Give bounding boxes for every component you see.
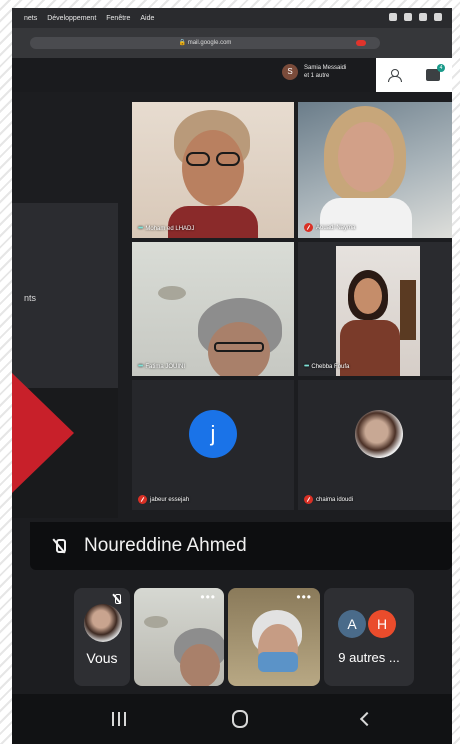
more-options-icon[interactable]: ••• <box>200 590 216 604</box>
meet-tool-panel: 4 <box>376 58 452 92</box>
url-text: mail.google.com <box>187 40 232 46</box>
android-nav-bar <box>12 694 452 744</box>
mic-off-icon <box>304 495 313 504</box>
speaking-icon: ••• <box>304 363 309 370</box>
mac-menubar: nets Développement Fenêtre Aide <box>12 8 452 28</box>
menu-item-aide[interactable]: Aide <box>140 15 154 22</box>
tile-name-label: chaima idoudi <box>304 495 353 504</box>
status-icon <box>389 13 397 21</box>
status-icons <box>389 13 442 21</box>
presenter-name: Samia Messaidi <box>304 65 347 71</box>
video-tile[interactable]: ••• Moham ed LHADJ <box>132 102 294 238</box>
participant-thumbnail[interactable]: ••• <box>134 588 224 686</box>
face-mask <box>258 652 298 672</box>
presenter-avatar: S <box>282 64 298 80</box>
tile-name-label: ••• Chebba Foufa <box>304 363 350 370</box>
side-panel: nts <box>12 203 118 388</box>
chat-badge: 4 <box>437 64 445 72</box>
chat-icon[interactable]: 4 <box>426 64 445 81</box>
participant-thumbnail[interactable]: ••• <box>228 588 320 686</box>
presenter-others: et 1 autre <box>304 73 330 79</box>
mic-off-icon <box>52 539 66 553</box>
status-icon <box>434 13 442 21</box>
status-icon <box>404 13 412 21</box>
participant-glasses <box>216 152 240 166</box>
participant-face <box>180 644 220 686</box>
recording-icon <box>356 40 366 46</box>
participant-glasses <box>186 152 210 166</box>
participant-glasses <box>214 342 264 352</box>
browser-toolbar: 🔒 mail.google.com <box>12 28 452 58</box>
presenting-name: Noureddine Ahmed <box>84 535 247 556</box>
others-tile[interactable]: A H 9 autres ... <box>324 588 414 686</box>
more-options-icon[interactable]: ••• <box>296 590 312 604</box>
video-feed <box>336 246 420 376</box>
video-tile[interactable]: j jabeur essejah <box>132 380 294 510</box>
participant-face <box>182 130 244 206</box>
participant-shirt <box>320 198 412 238</box>
participant-strip: Vous ••• ••• A H 9 autres ... <box>12 588 452 692</box>
self-label: Vous <box>86 650 118 666</box>
address-bar[interactable]: 🔒 mail.google.com <box>30 37 380 49</box>
video-grid: ••• Moham ed LHADJ Aouadi Nayma ••• Fatima… <box>120 92 452 522</box>
red-arrow-overlay <box>12 373 74 493</box>
tile-name-label: Aouadi Nayma <box>304 223 355 232</box>
ceiling-fan <box>144 616 168 628</box>
speaking-icon: ••• <box>138 363 143 370</box>
others-label: 9 autres ... <box>338 650 400 665</box>
video-tile[interactable]: chaima idoudi <box>298 380 452 510</box>
participant-avatar: j <box>189 410 237 458</box>
side-panel-label: nts <box>24 293 37 303</box>
status-icon <box>419 13 427 21</box>
participant-face <box>338 122 394 192</box>
participant-avatar-a: A <box>338 610 366 638</box>
ceiling-fan <box>158 286 186 300</box>
home-icon[interactable] <box>232 710 248 728</box>
video-tile[interactable]: ••• Chebba Foufa <box>298 242 452 376</box>
video-tile[interactable]: Aouadi Nayma <box>298 102 452 238</box>
video-tile[interactable]: ••• Fatima JOUINI <box>132 242 294 376</box>
mic-off-icon <box>112 594 122 604</box>
self-tile[interactable]: Vous <box>74 588 130 686</box>
participant-avatar-h: H <box>368 610 396 638</box>
tile-name-label: ••• Moham ed LHADJ <box>138 225 195 232</box>
phone-screen: nets Développement Fenêtre Aide 🔒 mail.g… <box>12 8 452 744</box>
menu-item[interactable]: nets <box>24 15 37 22</box>
tile-name-label: jabeur essejah <box>138 495 189 504</box>
speaking-icon: ••• <box>138 225 143 232</box>
mic-off-icon <box>304 223 313 232</box>
self-avatar <box>84 604 122 642</box>
recents-icon[interactable] <box>112 712 126 726</box>
lock-icon: 🔒 <box>178 40 188 46</box>
tile-name-label: ••• Fatima JOUINI <box>138 363 186 370</box>
mic-off-icon <box>138 495 147 504</box>
presenter-info: S Samia Messaidi et 1 autre <box>282 64 346 80</box>
wall-clock <box>400 280 416 340</box>
participant-shirt <box>168 206 258 238</box>
people-icon[interactable] <box>388 69 402 82</box>
menu-item-fenetre[interactable]: Fenêtre <box>106 15 130 22</box>
menu-item-developpement[interactable]: Développement <box>47 15 96 22</box>
participant-avatar <box>355 410 403 458</box>
participant-face <box>354 278 382 314</box>
presenter-name-bar: Noureddine Ahmed <box>30 522 452 570</box>
back-icon[interactable] <box>359 711 375 727</box>
